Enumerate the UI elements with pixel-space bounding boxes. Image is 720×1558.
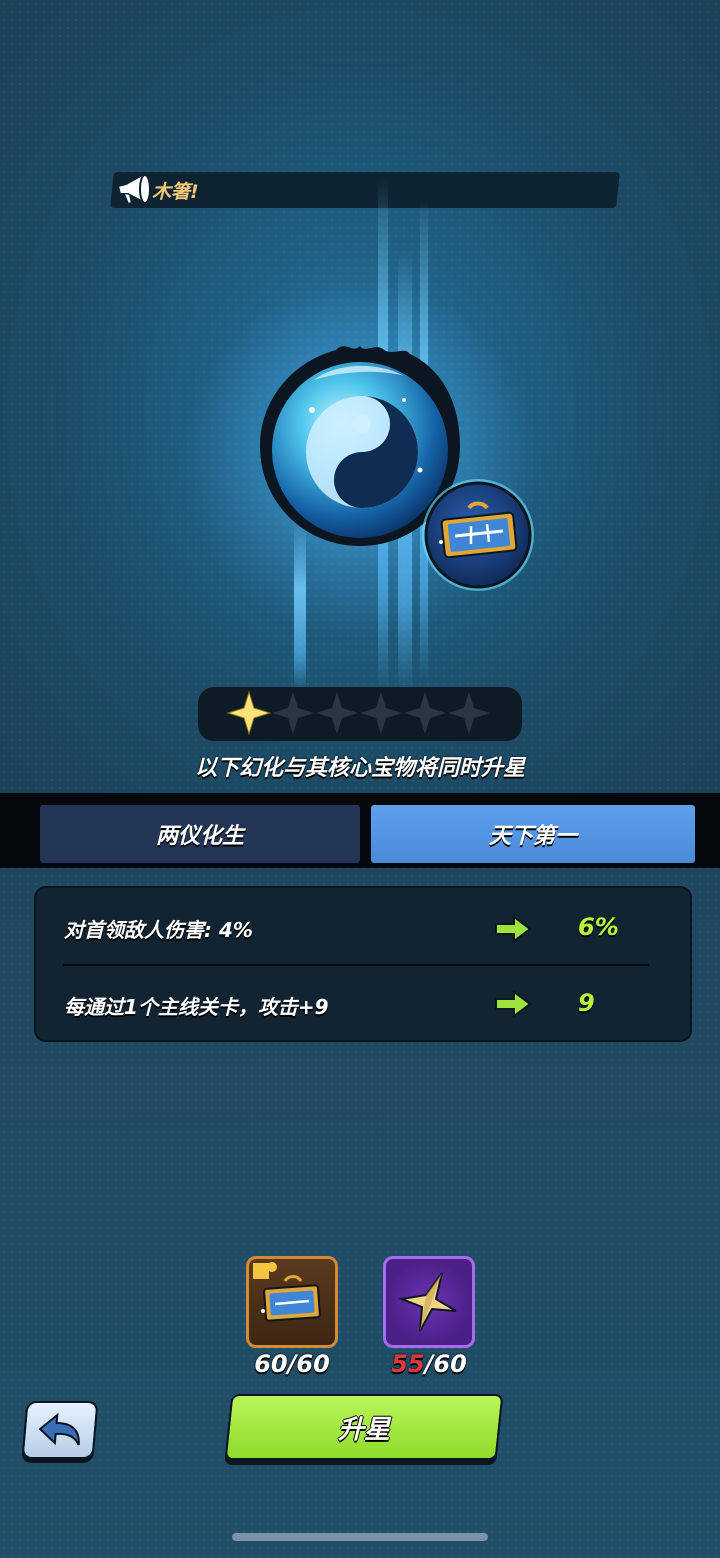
material-have-plaque: 60	[254, 1350, 288, 1378]
material-plaque-fragment[interactable]	[246, 1256, 338, 1348]
star-empty-icon	[272, 692, 314, 734]
material-need-plaque: /60	[287, 1350, 330, 1378]
tab-liangyi-huasheng[interactable]: 两仪化生	[40, 805, 360, 863]
star-filled-icon	[226, 690, 272, 736]
star-empty-icon	[360, 692, 402, 734]
material-count-plaque: 60/60	[232, 1350, 352, 1378]
back-button[interactable]	[21, 1401, 99, 1459]
stat-next-boss-damage: 6%	[578, 913, 619, 941]
material-have-star: 55	[391, 1350, 425, 1378]
announcement-text: 木箸!	[152, 181, 199, 203]
upgrade-button-label: 升星	[337, 1414, 390, 1445]
stat-next-attack-per-stage: 9	[578, 989, 595, 1017]
material-need-star: /60	[424, 1350, 467, 1378]
stat-label-attack-per-stage: 每通过1个主线关卡，攻击+9	[64, 995, 329, 1019]
star-empty-icon	[316, 692, 358, 734]
upgrade-star-button[interactable]: 升星	[224, 1394, 504, 1460]
material-gold-star[interactable]	[383, 1256, 475, 1348]
gold-star-icon	[398, 1272, 457, 1332]
stats-divider	[63, 964, 649, 966]
arrow-right-icon	[495, 915, 532, 943]
stat-label-boss-damage: 对首领敌人伤害: 4%	[64, 918, 253, 942]
megaphone-icon	[116, 172, 151, 206]
material-count-star: 55/60	[369, 1350, 489, 1378]
tianxia-diyi-plaque-icon	[422, 479, 534, 591]
tab-tianxia-diyi[interactable]: 天下第一	[371, 805, 695, 863]
upgrade-caption: 以下幻化与其核心宝物将同时升星	[194, 756, 525, 781]
arrow-right-icon	[495, 990, 532, 1018]
home-indicator	[232, 1533, 488, 1541]
star-empty-icon	[448, 692, 490, 734]
plaque-fragment-icon	[253, 1262, 321, 1322]
back-arrow-icon	[38, 1412, 80, 1446]
star-empty-icon	[404, 692, 446, 734]
